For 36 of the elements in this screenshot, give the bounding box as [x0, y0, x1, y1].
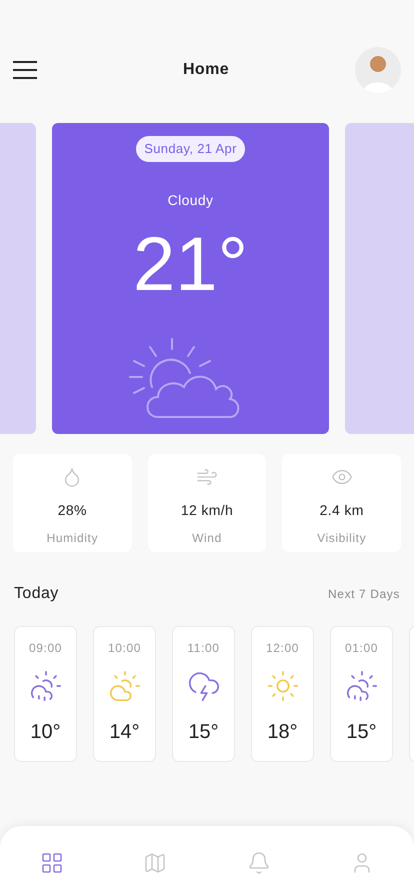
hour-time: 12:00 [266, 640, 300, 657]
stat-value: 28% [58, 501, 87, 520]
stat-label: Visibility [317, 530, 366, 547]
avatar[interactable] [355, 47, 401, 93]
hour-card[interactable]: 10:00 14° [93, 626, 156, 762]
sun-icon [266, 669, 300, 703]
map-icon [143, 851, 168, 875]
page-title: Home [182, 60, 230, 80]
hour-temperature: 10° [30, 720, 61, 745]
hour-card[interactable]: 01:00 15° [330, 626, 393, 762]
grid-icon [40, 851, 64, 875]
hour-temperature: 14° [109, 720, 140, 745]
section-title: Today [14, 584, 59, 604]
stat-value: 12 km/h [180, 501, 234, 520]
hour-temperature: 15° [346, 720, 377, 745]
sun-cloud-rain-icon [28, 669, 62, 703]
hour-time: 10:00 [108, 640, 142, 657]
hour-time: 01:00 [344, 640, 378, 657]
hour-time: 09:00 [28, 640, 62, 657]
hour-temperature: 18° [267, 720, 298, 745]
wind-icon [196, 466, 218, 488]
sun-cloud-rain-icon [344, 669, 378, 703]
bell-icon [246, 851, 271, 875]
condition-text: Cloudy [168, 190, 214, 210]
hour-card[interactable]: 11:00 15° [172, 626, 235, 762]
hour-card[interactable]: 09:00 10° [14, 626, 77, 762]
stat-label: Humidity [46, 530, 98, 547]
stat-label: Wind [192, 530, 222, 547]
sun-cloud-icon [108, 669, 142, 703]
menu-button[interactable] [13, 61, 37, 79]
temperature-text: 21° [133, 226, 248, 302]
date-badge: Sunday, 21 Apr [136, 136, 245, 162]
hour-temperature: 15° [188, 720, 219, 745]
stat-value: 2.4 km [320, 501, 364, 520]
hour-card[interactable]: 12:00 18° [251, 626, 314, 762]
hour-time: 11:00 [187, 640, 220, 657]
